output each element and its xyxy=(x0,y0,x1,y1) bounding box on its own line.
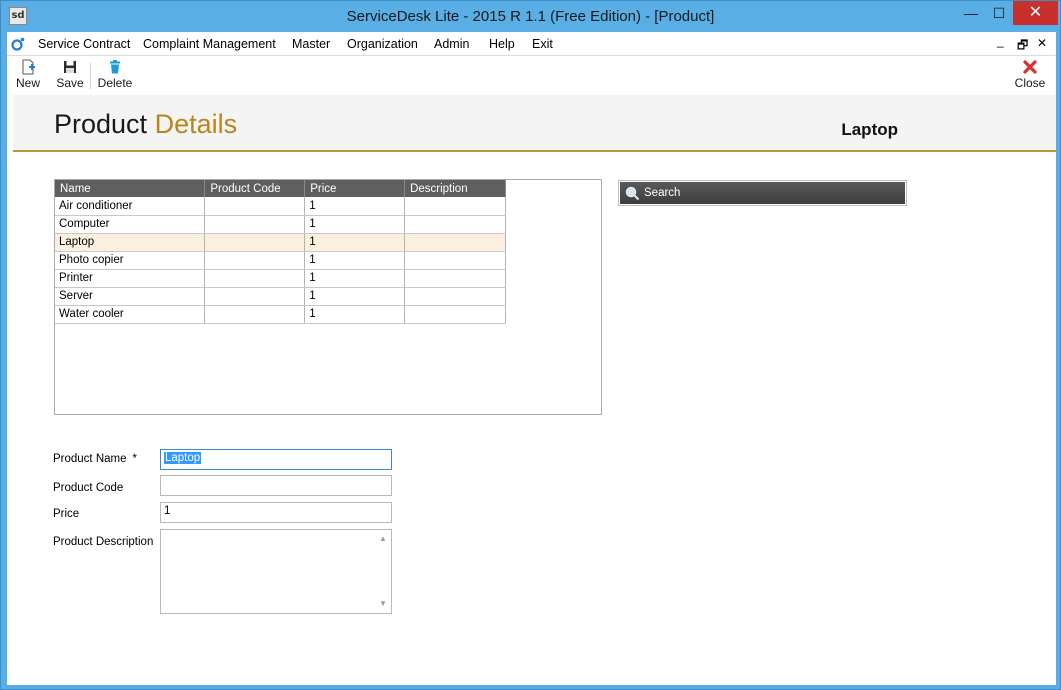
search-label: Search xyxy=(644,187,681,199)
description-scrollbar[interactable]: ▲ ▼ xyxy=(376,530,391,613)
page-title: Product Details xyxy=(54,109,237,140)
page-title-main: Product xyxy=(54,109,148,139)
cell-code xyxy=(204,269,306,288)
window-title: ServiceDesk Lite - 2015 R 1.1 (Free Edit… xyxy=(346,8,715,25)
floppy-disk-icon xyxy=(64,61,76,73)
new-button[interactable]: New xyxy=(15,59,41,90)
product-name-value: Laptop xyxy=(164,452,202,464)
cell-price: 1 xyxy=(304,305,406,324)
cell-code xyxy=(204,233,306,252)
close-window-button[interactable]: ✕ xyxy=(1013,1,1058,25)
cell-code xyxy=(204,287,306,306)
close-icon xyxy=(1023,60,1037,74)
column-header-description[interactable]: Description xyxy=(404,180,506,197)
mdi-minimize-button[interactable]: _ xyxy=(997,34,1004,48)
product-code-input[interactable] xyxy=(160,475,392,496)
cell-code xyxy=(204,251,306,270)
delete-button[interactable]: Delete xyxy=(96,59,134,90)
product-description-label: Product Description xyxy=(53,536,154,548)
mdi-restore-button[interactable]: 🗗 xyxy=(1017,36,1028,57)
cell-description xyxy=(404,287,506,306)
cell-name: Laptop xyxy=(55,233,206,252)
product-code-label: Product Code xyxy=(53,482,124,494)
table-row[interactable]: Printer 1 xyxy=(55,269,506,288)
cell-name: Air conditioner xyxy=(55,197,206,216)
cell-name: Server xyxy=(55,287,206,306)
cell-price: 1 xyxy=(304,215,406,234)
cell-code xyxy=(204,197,306,216)
maximize-button[interactable]: ☐ xyxy=(984,1,1014,25)
cell-description xyxy=(404,215,506,234)
menu-service-contract[interactable]: Service Contract xyxy=(38,37,130,51)
menu-exit[interactable]: Exit xyxy=(532,37,553,51)
mdi-close-button[interactable]: ✕ xyxy=(1037,36,1047,50)
save-label: Save xyxy=(56,76,84,90)
table-row[interactable]: Server 1 xyxy=(55,287,506,306)
close-label: Close xyxy=(1014,76,1046,90)
trash-icon xyxy=(110,60,120,74)
new-document-icon xyxy=(22,59,35,75)
search-button[interactable]: Search xyxy=(620,182,905,204)
toolbar-separator xyxy=(90,63,91,89)
cell-description xyxy=(404,197,506,216)
column-header-name[interactable]: Name xyxy=(55,180,206,197)
cell-name: Water cooler xyxy=(55,305,206,324)
price-label: Price xyxy=(53,508,80,520)
title-bar[interactable]: sd ServiceDesk Lite - 2015 R 1.1 (Free E… xyxy=(1,1,1060,32)
table-row[interactable]: Water cooler 1 xyxy=(55,305,506,324)
product-description-textarea[interactable]: ▲ ▼ xyxy=(160,529,392,614)
column-header-price[interactable]: Price xyxy=(304,180,406,197)
scroll-up-icon[interactable]: ▲ xyxy=(379,534,387,543)
search-icon xyxy=(625,186,640,201)
cell-price: 1 xyxy=(304,251,406,270)
cell-price: 1 xyxy=(304,197,406,216)
table-header-row: Name Product Code Price Description xyxy=(55,180,506,197)
cell-description xyxy=(404,233,506,252)
menu-admin[interactable]: Admin xyxy=(434,37,469,51)
product-grid[interactable]: Name Product Code Price Description Air … xyxy=(54,179,602,415)
column-header-product-code[interactable]: Product Code xyxy=(204,180,306,197)
table-row[interactable]: Computer 1 xyxy=(55,215,506,234)
cell-code xyxy=(204,215,306,234)
toolbar: New Save Delete Close xyxy=(7,57,1056,95)
close-button[interactable]: Close xyxy=(1013,59,1047,90)
required-marker: * xyxy=(132,453,137,465)
current-record-label: Laptop xyxy=(841,120,898,139)
menu-master[interactable]: Master xyxy=(292,37,330,51)
table-row[interactable]: Photo copier 1 xyxy=(55,251,506,270)
cell-code xyxy=(204,305,306,324)
scroll-down-icon[interactable]: ▼ xyxy=(379,599,387,608)
menu-complaint-management[interactable]: Complaint Management xyxy=(143,37,276,51)
cell-name: Photo copier xyxy=(55,251,206,270)
cell-description xyxy=(404,269,506,288)
app-window: sd ServiceDesk Lite - 2015 R 1.1 (Free E… xyxy=(0,0,1061,690)
search-panel: Search xyxy=(618,180,907,206)
cell-name: Printer xyxy=(55,269,206,288)
table-row-selected[interactable]: Laptop 1 xyxy=(55,233,506,252)
price-input[interactable]: 1 xyxy=(160,502,392,523)
cell-name: Computer xyxy=(55,215,206,234)
cell-price: 1 xyxy=(304,233,406,252)
product-name-input[interactable]: Laptop xyxy=(160,449,392,470)
product-table: Name Product Code Price Description Air … xyxy=(55,180,506,324)
cell-price: 1 xyxy=(304,287,406,306)
minimize-button[interactable]: — xyxy=(956,1,986,25)
menu-help[interactable]: Help xyxy=(489,37,515,51)
cell-price: 1 xyxy=(304,269,406,288)
app-logo-icon xyxy=(11,37,25,51)
cell-description xyxy=(404,305,506,324)
product-name-label: Product Name * xyxy=(53,453,137,465)
menu-bar: Service Contract Complaint Management Ma… xyxy=(7,32,1056,56)
table-row[interactable]: Air conditioner 1 xyxy=(55,197,506,216)
new-label: New xyxy=(15,76,40,90)
save-button[interactable]: Save xyxy=(56,59,84,90)
cell-description xyxy=(404,251,506,270)
client-area: Service Contract Complaint Management Ma… xyxy=(7,32,1056,685)
menu-organization[interactable]: Organization xyxy=(347,37,418,51)
delete-label: Delete xyxy=(97,76,133,90)
page-header: Product Details Laptop xyxy=(13,95,1056,152)
page-title-accent: Details xyxy=(154,109,238,139)
